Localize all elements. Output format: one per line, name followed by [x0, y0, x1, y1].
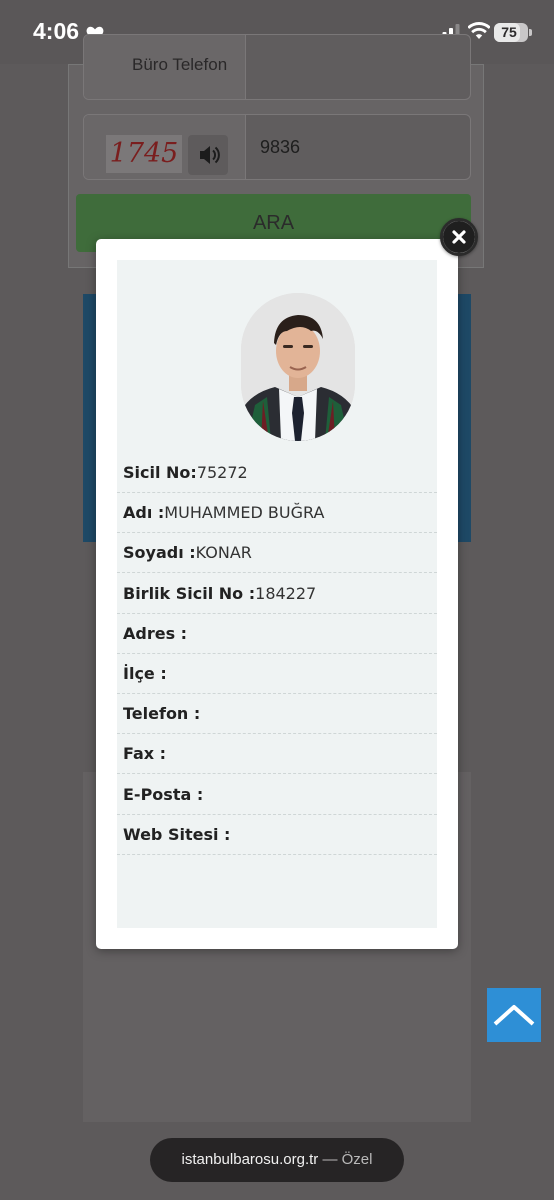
scroll-to-top-button[interactable] — [487, 988, 541, 1042]
battery-tip — [529, 29, 532, 36]
info-text: Adres : — [123, 614, 187, 654]
info-row: Telefon : — [117, 694, 437, 735]
captcha-label-cell: 1745 — [84, 115, 246, 179]
browser-url-bar[interactable]: istanbulbarosu.org.tr — Özel — [150, 1138, 404, 1182]
info-label: Soyadı : — [123, 543, 196, 563]
captcha-audio-button[interactable] — [188, 135, 228, 175]
phone-field-label: Büro Telefon — [84, 35, 246, 99]
info-label: Adres : — [123, 623, 188, 643]
lawyer-photo — [241, 293, 355, 441]
info-label: Fax : — [123, 744, 167, 764]
info-row: İlçe : — [117, 654, 437, 694]
info-value: KONAR — [195, 543, 252, 563]
info-text: Birlik Sicil No :184227 — [123, 574, 316, 614]
status-time: 4:06 — [33, 18, 80, 44]
info-text: Telefon : — [123, 694, 200, 734]
close-icon — [443, 221, 475, 253]
info-label: Telefon : — [123, 704, 201, 724]
lawyer-detail-panel: Sicil No:75272 Adı :MUHAMMED BUĞRA Soyadı … — [117, 260, 437, 928]
info-text: Web Sitesi : — [123, 815, 230, 855]
info-label: E-Posta : — [123, 784, 204, 804]
lawyer-detail-modal: Sicil No:75272 Adı :MUHAMMED BUĞRA Soyadı … — [96, 239, 458, 949]
battery-label: 75 — [501, 24, 517, 40]
info-row: Web Sitesi : — [117, 815, 437, 855]
captcha-code: 1745 — [109, 138, 179, 169]
phone-label-text: Büro Telefon — [132, 55, 228, 74]
speaker-icon — [200, 146, 220, 164]
captcha-input[interactable]: 9836 — [260, 137, 300, 158]
info-text: Soyadı :KONAR — [123, 533, 252, 573]
info-value: 184227 — [255, 583, 317, 603]
info-row: Sicil No:75272 — [117, 453, 437, 493]
url-domain: istanbulbarosu.org.tr — [181, 1151, 319, 1168]
captcha-field-row: 1745 9836 — [83, 114, 471, 180]
info-row: Adres : — [117, 614, 437, 654]
info-text: Adı :MUHAMMED BUĞRA — [123, 493, 324, 533]
info-text: E-Posta : — [123, 775, 203, 815]
url-text: istanbulbarosu.org.tr — Özel — [150, 1138, 404, 1182]
info-text: Sicil No:75272 — [123, 453, 248, 493]
info-row: Soyadı :KONAR — [117, 533, 437, 574]
wifi-icon — [468, 22, 490, 39]
info-label: Adı : — [123, 503, 165, 523]
info-row: E-Posta : — [117, 775, 437, 815]
info-value: 75272 — [196, 463, 248, 482]
private-mode-label: — Özel — [322, 1151, 373, 1168]
close-button[interactable] — [440, 218, 478, 256]
info-text: İlçe : — [123, 654, 167, 694]
info-row: Adı :MUHAMMED BUĞRA — [117, 493, 437, 534]
info-label: İlçe : — [123, 664, 167, 683]
info-row: Birlik Sicil No :184227 — [117, 574, 437, 614]
info-text: Fax : — [123, 734, 166, 774]
info-label: Birlik Sicil No : — [123, 583, 256, 603]
info-value: MUHAMMED BUĞRA — [164, 503, 325, 523]
phone-field-row: Büro Telefon — [83, 34, 471, 100]
captcha-image: 1745 — [106, 135, 182, 173]
info-row: Fax : — [117, 734, 437, 775]
info-label: Web Sitesi : — [123, 824, 231, 844]
info-label: Sicil No: — [123, 463, 197, 482]
lawyer-portrait — [241, 293, 355, 441]
chevron-up-icon — [493, 1005, 535, 1026]
battery-indicator: 75 — [494, 23, 528, 42]
